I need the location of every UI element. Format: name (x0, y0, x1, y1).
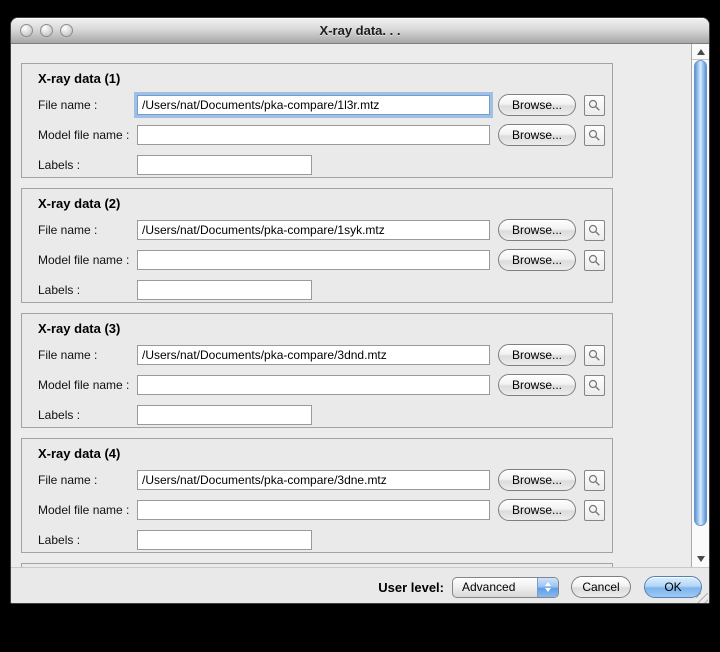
search-icon (588, 349, 601, 362)
labels-label: Labels : (38, 283, 137, 297)
browse-file-button[interactable]: Browse... (498, 469, 576, 491)
zoom-button[interactable] (60, 24, 73, 37)
search-icon (588, 474, 601, 487)
section-title: X-ray data (3) (38, 320, 612, 337)
browse-model-button[interactable]: Browse... (498, 499, 576, 521)
window-title: X-ray data. . . (11, 18, 709, 43)
labels-label: Labels : (38, 408, 137, 422)
browse-model-button[interactable]: Browse... (498, 249, 576, 271)
file-preview-button[interactable] (584, 220, 605, 241)
browse-file-button[interactable]: Browse... (498, 344, 576, 366)
file-name-label: File name : (38, 348, 137, 362)
scroll-up-button[interactable] (692, 44, 709, 60)
file-preview-button[interactable] (584, 95, 605, 116)
search-icon (588, 99, 601, 112)
section-title: X-ray data (1) (38, 70, 612, 87)
user-level-label: User level: (378, 580, 444, 595)
model-preview-button[interactable] (584, 500, 605, 521)
model-preview-button[interactable] (584, 375, 605, 396)
scroll-area: X-ray data (1) File name : Browse... Mod… (11, 44, 709, 567)
user-level-value: Advanced (453, 580, 537, 594)
labels-input[interactable] (137, 280, 312, 300)
model-file-name-input[interactable] (137, 500, 490, 520)
up-arrow-icon (697, 49, 705, 55)
file-name-label: File name : (38, 473, 137, 487)
model-file-name-label: Model file name : (38, 378, 137, 392)
file-name-input[interactable] (137, 345, 490, 365)
footer-bar: User level: Advanced Cancel OK (11, 567, 709, 604)
scrollbar-thumb[interactable] (694, 60, 707, 526)
file-preview-button[interactable] (584, 470, 605, 491)
file-name-input[interactable] (137, 220, 490, 240)
minimize-button[interactable] (40, 24, 53, 37)
ok-button[interactable]: OK (644, 576, 702, 598)
form-content: X-ray data (1) File name : Browse... Mod… (11, 44, 691, 567)
labels-label: Labels : (38, 158, 137, 172)
labels-label: Labels : (38, 533, 137, 547)
dialog-window: X-ray data. . . X-ray data (1) File name… (10, 17, 710, 604)
browse-file-button[interactable]: Browse... (498, 219, 576, 241)
browse-model-button[interactable]: Browse... (498, 124, 576, 146)
labels-input[interactable] (137, 155, 312, 175)
cancel-button[interactable]: Cancel (571, 576, 631, 598)
window-controls (20, 24, 73, 37)
search-icon (588, 379, 601, 392)
model-file-name-input[interactable] (137, 375, 490, 395)
title-bar[interactable]: X-ray data. . . (11, 18, 709, 44)
resize-grip[interactable] (696, 593, 708, 604)
labels-input[interactable] (137, 530, 312, 550)
file-name-label: File name : (38, 223, 137, 237)
model-preview-button[interactable] (584, 250, 605, 271)
model-file-name-label: Model file name : (38, 253, 137, 267)
scroll-down-button[interactable] (692, 551, 709, 567)
vertical-scrollbar[interactable] (691, 44, 709, 567)
model-file-name-label: Model file name : (38, 503, 137, 517)
xray-data-section-3: X-ray data (3) File name : Browse... Mod… (21, 313, 613, 428)
section-title: X-ray data (4) (38, 445, 612, 462)
search-icon (588, 504, 601, 517)
file-name-input[interactable] (137, 470, 490, 490)
xray-data-section-4: X-ray data (4) File name : Browse... Mod… (21, 438, 613, 553)
search-icon (588, 129, 601, 142)
browse-file-button[interactable]: Browse... (498, 94, 576, 116)
file-preview-button[interactable] (584, 345, 605, 366)
file-name-input[interactable] (137, 95, 490, 115)
xray-data-section-1: X-ray data (1) File name : Browse... Mod… (21, 63, 613, 178)
model-file-name-input[interactable] (137, 125, 490, 145)
file-name-label: File name : (38, 98, 137, 112)
model-file-name-input[interactable] (137, 250, 490, 270)
browse-model-button[interactable]: Browse... (498, 374, 576, 396)
user-level-select[interactable]: Advanced (452, 577, 559, 598)
model-preview-button[interactable] (584, 125, 605, 146)
section-title: X-ray data (2) (38, 195, 612, 212)
xray-data-section-2: X-ray data (2) File name : Browse... Mod… (21, 188, 613, 303)
model-file-name-label: Model file name : (38, 128, 137, 142)
close-button[interactable] (20, 24, 33, 37)
down-arrow-icon (697, 556, 705, 562)
search-icon (588, 254, 601, 267)
search-icon (588, 224, 601, 237)
labels-input[interactable] (137, 405, 312, 425)
up-down-arrows-icon (537, 578, 558, 597)
